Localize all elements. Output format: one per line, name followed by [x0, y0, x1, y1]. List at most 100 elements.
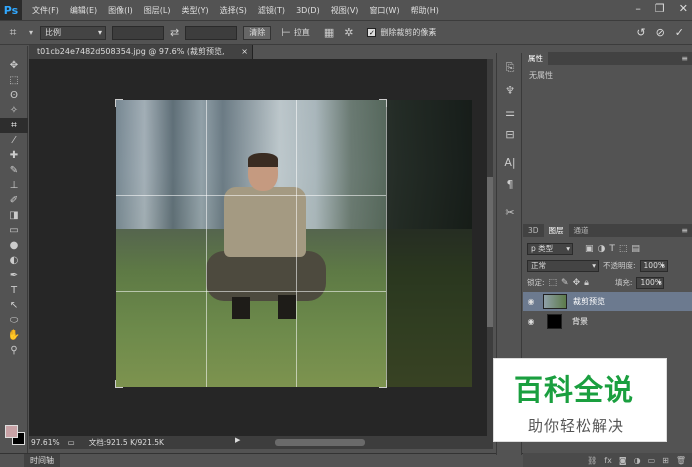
foreground-color-swatch[interactable]	[5, 425, 18, 438]
path-selection-tool-icon[interactable]: ↖	[0, 298, 28, 313]
filter-smart-icon[interactable]: ▤	[631, 244, 640, 254]
clone-source-icon[interactable]: ⊟	[497, 123, 523, 145]
shape-tool-icon[interactable]: ⬭	[0, 313, 28, 328]
lasso-tool-icon[interactable]: ʘ	[0, 88, 28, 103]
menu-filter[interactable]: 滤镜(T)	[258, 5, 285, 16]
crop-handle-bottom-right[interactable]	[379, 380, 387, 388]
zoom-level[interactable]: 97.61%	[31, 438, 60, 447]
clear-button[interactable]: 清除	[243, 25, 272, 40]
new-group-icon[interactable]: ▭	[648, 456, 656, 465]
pen-tool-icon[interactable]: ✒	[0, 268, 28, 283]
visibility-eye-icon[interactable]: ◉	[523, 297, 539, 306]
filter-shape-icon[interactable]: ⬚	[619, 244, 628, 254]
crop-handle-bottom-left[interactable]	[115, 380, 123, 388]
eraser-tool-icon[interactable]: ◨	[0, 208, 28, 223]
clone-stamp-tool-icon[interactable]: ⊥	[0, 178, 28, 193]
close-window-button[interactable]: ✕	[679, 2, 688, 15]
delete-pixels-checkbox[interactable]: ✓	[367, 28, 377, 37]
layer-row[interactable]: ◉ 背景	[523, 312, 692, 331]
filter-adjust-icon[interactable]: ◑	[598, 244, 606, 254]
menu-3d[interactable]: 3D(D)	[296, 6, 320, 15]
eyedropper-tool-icon[interactable]: ⁄	[0, 133, 28, 148]
brush-presets-icon[interactable]: ♆	[497, 79, 523, 101]
filter-pixel-icon[interactable]: ▣	[585, 244, 594, 254]
panel-menu-icon[interactable]: ≡	[681, 52, 688, 65]
commit-check-icon[interactable]: ✓	[675, 26, 684, 39]
visibility-eye-icon[interactable]: ◉	[523, 317, 539, 326]
link-layers-icon[interactable]: ⛓	[587, 456, 597, 465]
new-layer-icon[interactable]: ⊞	[662, 456, 669, 465]
layer-style-icon[interactable]: fx	[604, 456, 612, 465]
delete-layer-icon[interactable]: 🗑︎	[676, 456, 686, 465]
add-mask-icon[interactable]: ◙	[619, 456, 627, 465]
tool-presets-icon[interactable]: ✂	[497, 201, 523, 223]
new-adjustment-icon[interactable]: ◑	[634, 456, 641, 465]
document-close-icon[interactable]: ×	[241, 45, 248, 59]
marquee-tool-icon[interactable]: ⬚	[0, 73, 28, 88]
lock-transparency-icon[interactable]: ⬚	[549, 278, 558, 288]
timeline-tab[interactable]: 时间轴	[24, 454, 60, 467]
tab-properties[interactable]: 属性	[523, 52, 548, 65]
menu-type[interactable]: 类型(Y)	[181, 5, 208, 16]
straighten-icon[interactable]: ⊢	[281, 26, 291, 39]
type-tool-icon[interactable]: T	[0, 283, 28, 298]
menu-help[interactable]: 帮助(H)	[411, 5, 439, 16]
crop-handle-top-left[interactable]	[115, 99, 123, 107]
menu-view[interactable]: 视图(V)	[331, 5, 359, 16]
preset-dropdown-icon[interactable]: ▾	[26, 28, 36, 37]
history-panel-icon[interactable]: ⎘	[497, 57, 523, 79]
hand-tool-icon[interactable]: ✋	[0, 328, 28, 343]
layer-row[interactable]: ◉ 裁剪预览	[523, 292, 692, 311]
blur-tool-icon[interactable]: ●	[0, 238, 28, 253]
settings-gear-icon[interactable]: ✲	[344, 26, 353, 39]
history-brush-tool-icon[interactable]: ✐	[0, 193, 28, 208]
lock-pixels-icon[interactable]: ✎	[561, 278, 569, 288]
tab-channels[interactable]: 通道	[569, 224, 594, 237]
filter-type-icon[interactable]: T	[609, 244, 615, 254]
ratio-height-input[interactable]	[185, 25, 238, 40]
crop-tool-icon[interactable]: ⌗	[0, 118, 28, 133]
menu-edit[interactable]: 编辑(E)	[70, 5, 97, 16]
lock-position-icon[interactable]: ✥	[573, 278, 581, 288]
layer-name[interactable]: 背景	[572, 316, 588, 327]
straighten-label[interactable]: 拉直	[294, 27, 310, 38]
lock-all-icon[interactable]: 🔒︎	[584, 278, 589, 288]
document-tab[interactable]: t01cb24e7482d508354.jpg @ 97.6% (裁剪预览, R…	[29, 45, 253, 70]
healing-brush-tool-icon[interactable]: ✚	[0, 148, 28, 163]
document-image[interactable]	[115, 99, 472, 388]
menu-window[interactable]: 窗口(W)	[369, 5, 399, 16]
paragraph-panel-icon[interactable]: ¶	[497, 173, 523, 195]
crop-handle-top-right[interactable]	[379, 99, 387, 107]
menu-image[interactable]: 图像(I)	[108, 5, 133, 16]
canvas-area[interactable]	[29, 59, 487, 436]
overlay-grid-icon[interactable]: ▦	[324, 26, 334, 39]
move-tool-icon[interactable]: ✥	[0, 58, 28, 73]
magic-wand-tool-icon[interactable]: ✧	[0, 103, 28, 118]
dodge-tool-icon[interactable]: ◐	[0, 253, 28, 268]
minimize-button[interactable]: –	[635, 2, 641, 15]
menu-select[interactable]: 选择(S)	[220, 5, 247, 16]
layer-kind-filter[interactable]: p 类型	[527, 242, 573, 255]
gradient-tool-icon[interactable]: ▭	[0, 223, 28, 238]
ratio-select[interactable]: 比例	[40, 25, 106, 40]
layers-panel-menu-icon[interactable]: ≡	[681, 224, 688, 237]
crop-tool-preset-icon[interactable]: ⌗	[0, 25, 26, 40]
fill-input[interactable]: 100%	[636, 276, 665, 289]
adjustments-icon[interactable]: ⚌	[497, 101, 523, 123]
tab-layers[interactable]: 图层	[543, 224, 569, 237]
cancel-icon[interactable]: ⊘	[656, 26, 665, 39]
status-menu-arrow-icon[interactable]: ▶	[235, 436, 240, 444]
vertical-scroll-thumb[interactable]	[487, 177, 493, 327]
menu-file[interactable]: 文件(F)	[32, 5, 59, 16]
tab-3d[interactable]: 3D	[523, 224, 544, 237]
opacity-input[interactable]: 100%	[639, 259, 668, 272]
blend-mode-select[interactable]: 正常	[527, 259, 599, 272]
layer-name[interactable]: 裁剪预览	[573, 296, 605, 307]
zoom-tool-icon[interactable]: ⚲	[0, 343, 28, 358]
reset-icon[interactable]: ↺	[636, 26, 645, 39]
ratio-width-input[interactable]	[112, 25, 164, 40]
swap-icon[interactable]: ⇄	[170, 26, 179, 39]
menu-layer[interactable]: 图层(L)	[144, 5, 171, 16]
restore-button[interactable]: ❐	[655, 2, 665, 15]
brush-tool-icon[interactable]: ✎	[0, 163, 28, 178]
